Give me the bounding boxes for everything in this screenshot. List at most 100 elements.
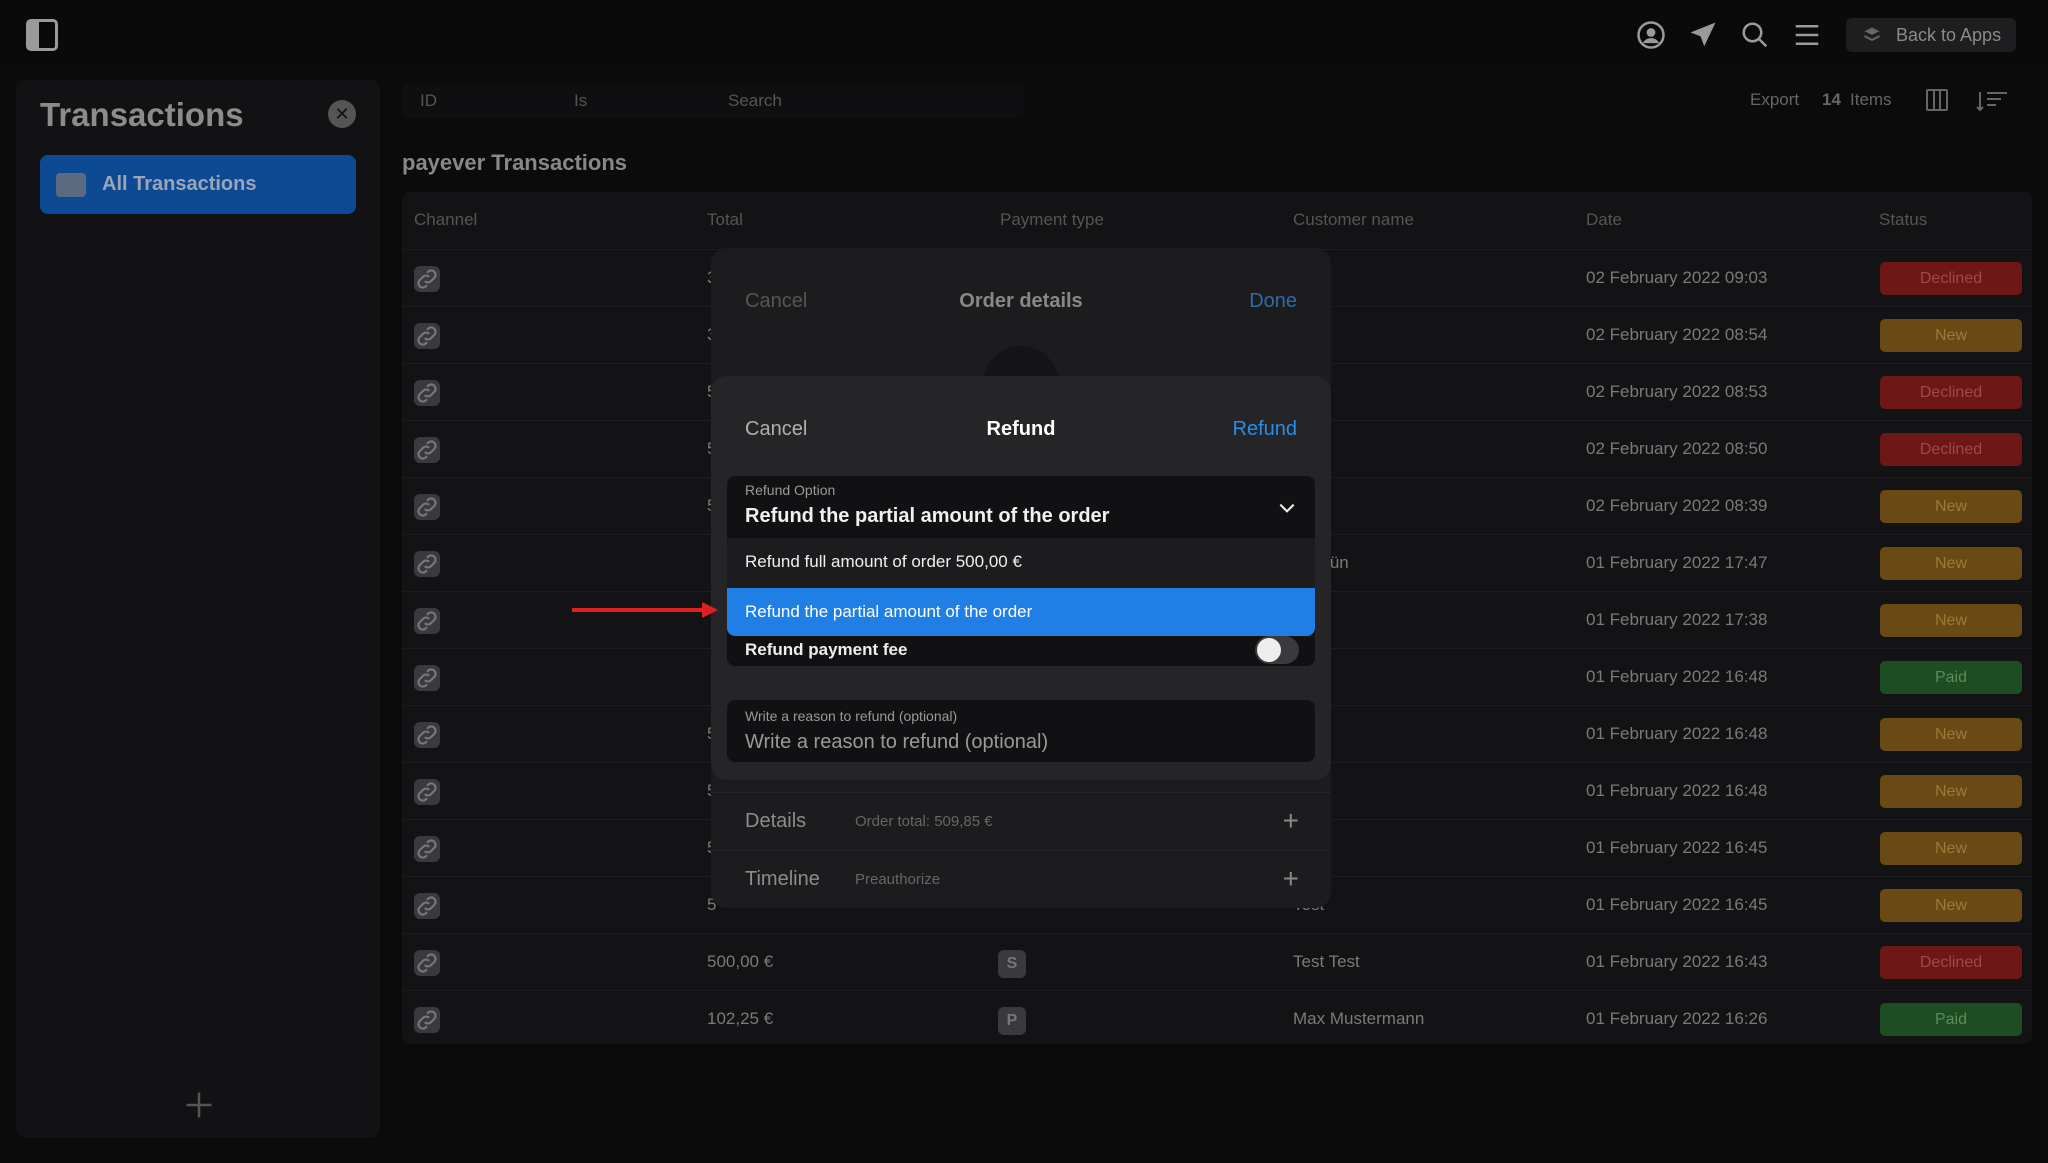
sidebar: Transactions ✕ All Transactions [16, 80, 380, 1138]
cell-date: 01 February 2022 16:48 [1586, 724, 1768, 743]
link-icon [414, 950, 440, 976]
folder-icon [56, 172, 86, 197]
sort-icon[interactable] [1976, 90, 2010, 112]
refund-submit-button[interactable]: Refund [1233, 418, 1298, 441]
link-icon [414, 722, 440, 748]
annotation-arrow-icon [572, 602, 718, 618]
section-title: payever Transactions [402, 150, 628, 175]
refund-fee-toggle[interactable] [1255, 636, 1299, 664]
cell-date: 02 February 2022 08:39 [1586, 496, 1768, 515]
refund-reason-field[interactable]: Write a reason to refund (optional) [727, 700, 1315, 762]
apps-stack-icon [1864, 27, 1880, 41]
table-row[interactable]: 500,00 € S Test Test 01 February 2022 16:43… [402, 933, 2032, 990]
cell-customer: Test Test [1293, 952, 1360, 971]
status-badge: Paid [1880, 661, 2022, 694]
refund-modal: Cancel Refund Refund Refund Option Refun… [711, 376, 1331, 780]
sidebar-title: Transactions [40, 96, 244, 133]
option-partial-refund[interactable]: Refund the partial amount of the order [727, 588, 1315, 636]
sidebar-toggle-icon[interactable] [26, 19, 58, 51]
refund-option-label: Refund Option [745, 482, 836, 498]
order-modal-title: Order details [959, 290, 1083, 312]
details-row[interactable]: Details Order total: 509,85 € + [711, 792, 1331, 850]
back-to-apps-button[interactable]: Back to Apps [1846, 18, 2016, 52]
payment-provider-icon: S [998, 950, 1026, 978]
link-icon [414, 323, 440, 349]
link-icon [414, 266, 440, 292]
status-badge: Declined [1880, 376, 2022, 409]
cell-customer: Max Mustermann [1293, 1009, 1425, 1028]
profile-icon[interactable] [1636, 20, 1666, 50]
add-icon[interactable] [184, 1090, 214, 1120]
timeline-label: Timeline [745, 868, 820, 890]
cell-date: 02 February 2022 08:50 [1586, 439, 1768, 458]
table-header: Channel Total Payment type Customer name… [402, 192, 2032, 249]
cell-total: 500,00 € [707, 952, 774, 971]
status-badge: Declined [1880, 946, 2022, 979]
timeline-row[interactable]: Timeline Preauthorize + [711, 850, 1331, 908]
cell-date: 01 February 2022 16:45 [1586, 895, 1768, 914]
details-label: Details [745, 810, 807, 832]
cell-date: 01 February 2022 16:48 [1586, 667, 1768, 686]
table-row[interactable]: 102,25 € P Max Mustermann 01 February 2022 … [402, 990, 2032, 1047]
expand-details-icon[interactable]: + [1283, 805, 1299, 837]
filter-bar[interactable]: ID Is Search [402, 84, 1024, 118]
refund-fee-label: Refund payment fee [745, 640, 908, 659]
status-badge: New [1880, 604, 2022, 637]
search-input[interactable]: Search [728, 91, 782, 111]
header-total[interactable]: Total [707, 210, 743, 230]
send-icon[interactable] [1688, 20, 1718, 50]
filter-is[interactable]: Is [574, 91, 587, 111]
status-badge: Paid [1880, 1003, 2022, 1036]
paypal-icon: P [998, 1007, 1026, 1035]
link-icon [414, 893, 440, 919]
link-icon [414, 494, 440, 520]
items-label: Items [1850, 90, 1892, 109]
header-customer-name[interactable]: Customer name [1293, 210, 1414, 230]
cell-date: 01 February 2022 16:45 [1586, 838, 1768, 857]
status-badge: New [1880, 832, 2022, 865]
order-done-button[interactable]: Done [1249, 290, 1297, 313]
status-badge: New [1880, 490, 2022, 523]
link-icon [414, 779, 440, 805]
details-sub: Order total: 509,85 € [855, 813, 993, 830]
link-icon [414, 608, 440, 634]
status-badge: Declined [1880, 262, 2022, 295]
close-icon[interactable]: ✕ [328, 100, 356, 128]
refund-option-value: Refund the partial amount of the order [745, 505, 1110, 527]
expand-timeline-icon[interactable]: + [1283, 863, 1299, 895]
cell-date: 02 February 2022 08:54 [1586, 325, 1768, 344]
refund-option-dropdown: Refund full amount of order 500,00 € Ref… [727, 538, 1315, 636]
cell-total: 102,25 € [707, 1009, 774, 1028]
timeline-sub: Preauthorize [855, 871, 941, 888]
header-date[interactable]: Date [1586, 210, 1622, 230]
link-icon [414, 665, 440, 691]
header-channel[interactable]: Channel [414, 210, 477, 230]
sidebar-item-all-transactions[interactable]: All Transactions [40, 155, 356, 214]
cell-date: 01 February 2022 16:43 [1586, 952, 1768, 971]
refund-option-select[interactable]: Refund Option Refund the partial amount … [727, 476, 1315, 538]
link-icon [414, 437, 440, 463]
filter-id[interactable]: ID [420, 91, 437, 111]
chevron-down-icon[interactable] [1277, 498, 1297, 518]
cell-date: 01 February 2022 17:38 [1586, 610, 1768, 629]
cell-date: 01 February 2022 16:26 [1586, 1009, 1768, 1028]
cell-date: 01 February 2022 16:48 [1586, 781, 1768, 800]
header-payment-type[interactable]: Payment type [1000, 210, 1104, 230]
refund-reason-input[interactable] [745, 728, 1295, 756]
header-status[interactable]: Status [1879, 210, 1927, 230]
status-badge: New [1880, 547, 2022, 580]
sidebar-item-label: All Transactions [102, 173, 257, 195]
export-button[interactable]: Export [1750, 90, 1799, 110]
link-icon [414, 380, 440, 406]
link-icon [414, 1007, 440, 1033]
status-badge: New [1880, 775, 2022, 808]
top-bar: Back to Apps [0, 0, 2048, 70]
status-badge: New [1880, 889, 2022, 922]
option-full-refund[interactable]: Refund full amount of order 500,00 € [727, 538, 1315, 586]
columns-icon[interactable] [1926, 89, 1948, 111]
search-icon[interactable] [1740, 20, 1770, 50]
status-badge: New [1880, 319, 2022, 352]
menu-icon[interactable] [1792, 20, 1822, 50]
items-count: 14 [1822, 90, 1841, 109]
link-icon [414, 551, 440, 577]
